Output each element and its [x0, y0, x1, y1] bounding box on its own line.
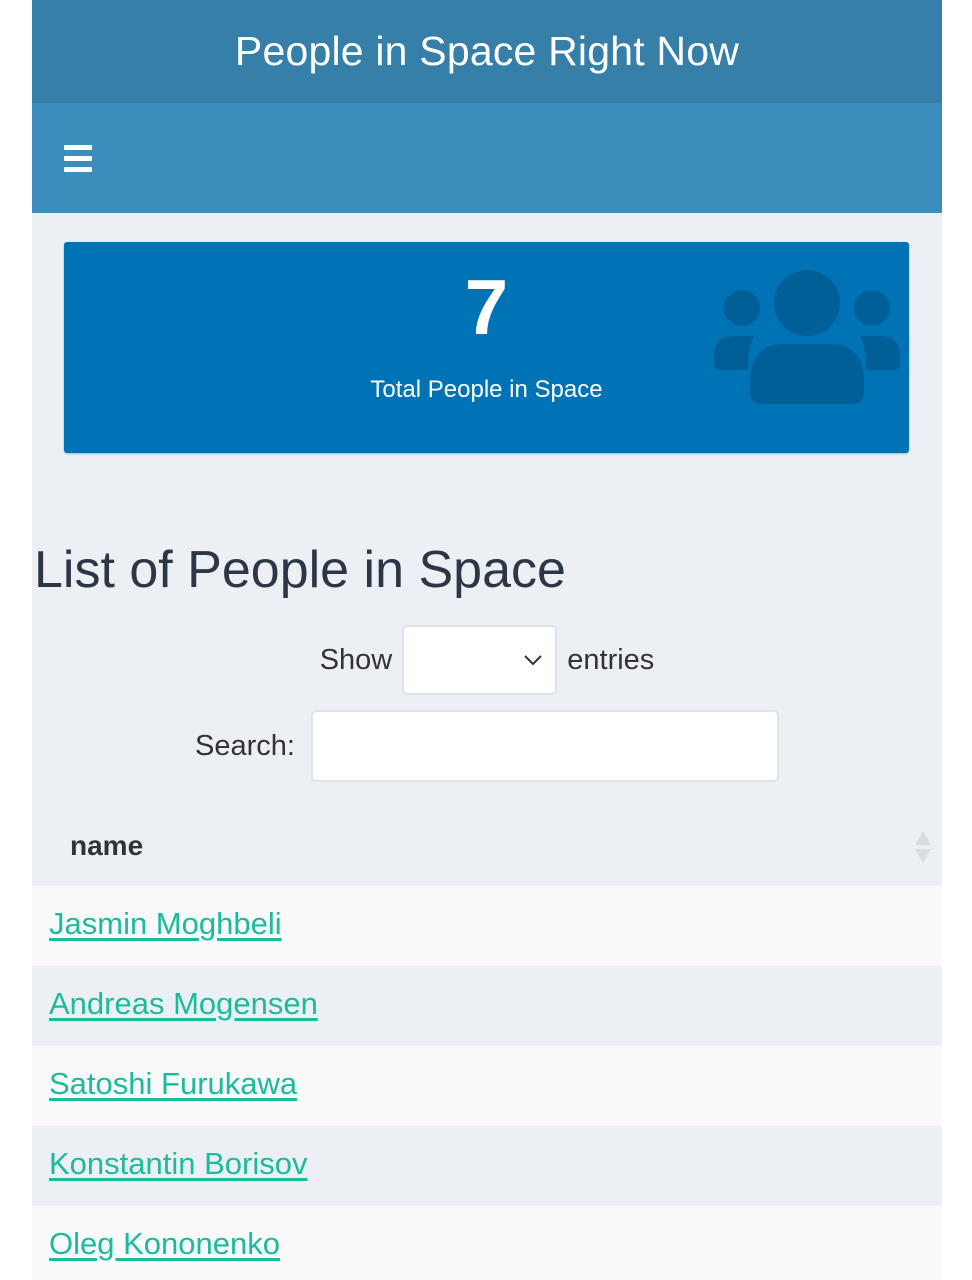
- title-bar: People in Space Right Now: [32, 0, 942, 103]
- table-row: Jasmin Moghbeli: [32, 886, 942, 966]
- app-title: People in Space Right Now: [234, 28, 740, 74]
- search-label: Search:: [195, 729, 295, 762]
- sort-icon[interactable]: [914, 830, 932, 864]
- search-input[interactable]: [310, 710, 779, 782]
- list-title: List of People in Space: [34, 541, 566, 599]
- person-link[interactable]: Andreas Mogensen: [49, 986, 318, 1022]
- entries-label: entries: [567, 643, 655, 676]
- person-link[interactable]: Konstantin Borisov: [49, 1146, 307, 1182]
- app-frame: People in Space Right Now 7 Total People…: [32, 0, 942, 1280]
- hamburger-line: [64, 167, 92, 172]
- navbar: [32, 103, 942, 213]
- total-people-value-box: 7 Total People in Space: [64, 242, 909, 453]
- show-label: Show: [319, 643, 393, 676]
- table-row: Satoshi Furukawa: [32, 1046, 942, 1126]
- table-row: Oleg Kononenko: [32, 1206, 942, 1280]
- entries-select[interactable]: [402, 625, 558, 695]
- users-icon: [714, 270, 900, 404]
- hamburger-menu-icon[interactable]: [64, 145, 92, 172]
- person-link[interactable]: Jasmin Moghbeli: [49, 906, 282, 942]
- person-link[interactable]: Satoshi Furukawa: [49, 1066, 297, 1102]
- table-row: Andreas Mogensen: [32, 966, 942, 1046]
- table-row: Konstantin Borisov: [32, 1126, 942, 1206]
- column-header-name[interactable]: name: [70, 830, 143, 862]
- hamburger-line: [64, 145, 92, 150]
- hamburger-line: [64, 156, 92, 161]
- show-entries-control: Show entries: [32, 625, 942, 695]
- people-table-body: Jasmin Moghbeli Andreas Mogensen Satoshi…: [32, 886, 942, 1280]
- table-header[interactable]: name: [32, 808, 942, 886]
- person-link[interactable]: Oleg Kononenko: [49, 1226, 280, 1262]
- search-control: Search:: [32, 710, 942, 782]
- chevron-down-icon: [524, 655, 542, 666]
